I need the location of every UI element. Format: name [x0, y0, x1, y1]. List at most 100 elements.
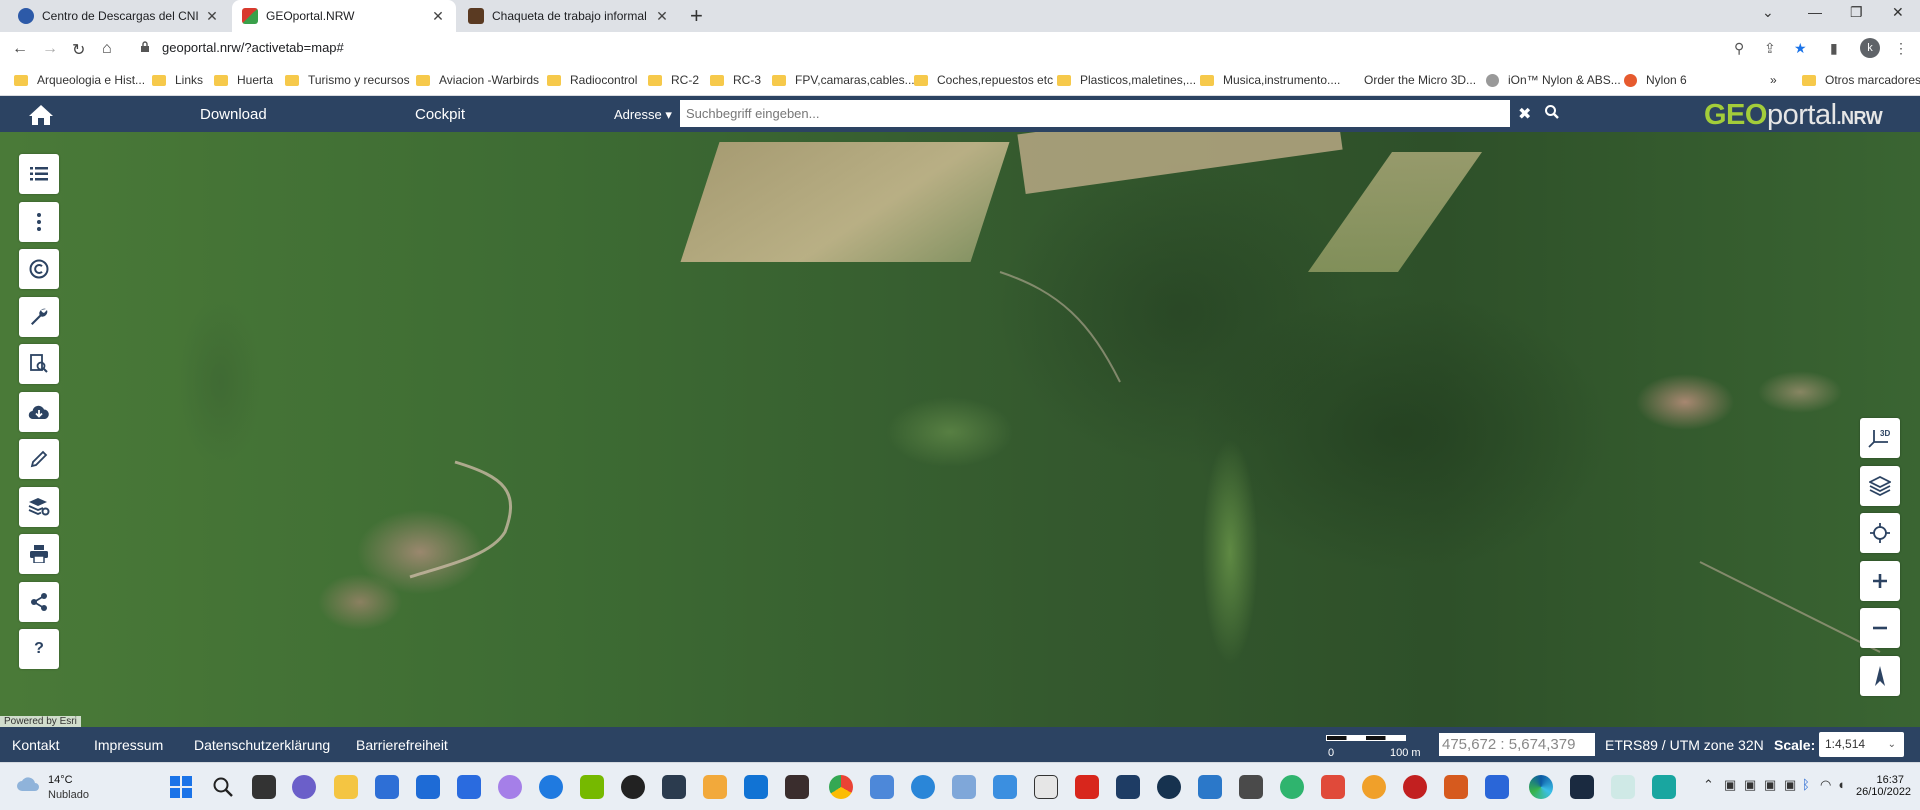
app-icon[interactable] [1321, 775, 1345, 799]
copyright-button[interactable] [19, 249, 59, 289]
app-icon[interactable] [1485, 775, 1509, 799]
download-menu-link[interactable]: Download [200, 106, 267, 123]
help-app-icon[interactable] [539, 775, 563, 799]
bookmark-item[interactable]: Plasticos,maletines,... [1057, 73, 1196, 87]
app-b-icon[interactable] [621, 775, 645, 799]
app-icon[interactable] [1403, 775, 1427, 799]
kontakt-link[interactable]: Kontakt [12, 737, 59, 753]
back-icon[interactable]: ← [12, 40, 28, 58]
mail-icon[interactable] [416, 775, 440, 799]
volume-icon[interactable]: ◖ [1837, 777, 1845, 792]
app-icon[interactable] [1362, 775, 1386, 799]
scale-select[interactable]: 1:4,514 ⌄ [1819, 732, 1904, 757]
url-input[interactable]: geoportal.nrw/?activetab=map# [162, 40, 344, 55]
app-t-icon[interactable] [1116, 775, 1140, 799]
tab-geoportal[interactable]: GEOportal.NRW ✕ [232, 0, 456, 32]
bookmark-item[interactable]: Huerta [214, 73, 273, 87]
close-icon[interactable]: ✕ [204, 8, 220, 25]
nvidia-icon[interactable] [580, 775, 604, 799]
music-app-icon[interactable] [870, 775, 894, 799]
help-button[interactable]: ? [19, 629, 59, 669]
bookmark-item[interactable]: Arqueologia e Hist... [14, 73, 145, 87]
restore-icon[interactable]: ❐ [1850, 4, 1863, 21]
draw-button[interactable] [19, 439, 59, 479]
star-icon[interactable]: ★ [1794, 40, 1807, 57]
tab-cnig[interactable]: Centro de Descargas del CNIG (I… ✕ [8, 0, 230, 32]
new-tab-icon[interactable]: + [690, 3, 703, 29]
location-icon[interactable]: ⚲ [1734, 40, 1744, 57]
more-tools-button[interactable] [19, 201, 59, 242]
minimize-icon[interactable]: — [1808, 4, 1822, 20]
bookmark-item[interactable]: iOn™ Nylon & ABS... [1486, 73, 1621, 87]
more-icon[interactable]: ⋮ [1894, 40, 1908, 57]
datenschutz-link[interactable]: Datenschutzerklärung [194, 737, 330, 753]
tab-chaqueta[interactable]: Chaqueta de trabajo informal cá… ✕ [458, 0, 680, 32]
bluetooth-icon[interactable]: ᛒ [1802, 777, 1810, 792]
windows-start-icon[interactable] [170, 776, 192, 798]
wifi-icon[interactable]: ◠ [1820, 777, 1831, 793]
grid-app-icon[interactable] [662, 775, 686, 799]
close-icon[interactable]: ✕ [430, 8, 446, 25]
zoom-in-button[interactable] [1860, 560, 1900, 601]
edge-icon[interactable] [1529, 775, 1553, 799]
taskbar-clock[interactable]: 16:37 26/10/2022 [1856, 774, 1911, 798]
app-icon[interactable] [498, 775, 522, 799]
tools-button[interactable] [19, 296, 59, 337]
app-icon[interactable] [1034, 775, 1058, 799]
compass-button[interactable] [1860, 655, 1900, 696]
search-icon[interactable] [1544, 104, 1560, 120]
sidebar-icon[interactable]: ▮ [1830, 40, 1838, 57]
cloud-weather-icon[interactable] [16, 773, 42, 795]
window-close-icon[interactable]: ✕ [1892, 4, 1904, 21]
search-document-button[interactable] [19, 344, 59, 384]
download-button[interactable] [19, 391, 59, 432]
bookmark-item[interactable]: Links [152, 73, 203, 87]
avatar[interactable]: k [1860, 38, 1880, 58]
bookmark-item[interactable]: Nylon 6 [1624, 73, 1687, 87]
barrierefreiheit-link[interactable]: Barrierefreiheit [356, 737, 448, 753]
locate-button[interactable] [1860, 513, 1900, 553]
media-icon[interactable] [703, 775, 727, 799]
search-type-dropdown[interactable]: Adresse ▾ [614, 107, 672, 123]
tray-chevron-icon[interactable]: ⌃ [1703, 777, 1714, 793]
store-icon[interactable] [375, 775, 399, 799]
map-canvas[interactable]: Powered by Esri [0, 132, 1920, 727]
chrome-icon[interactable] [829, 775, 853, 799]
bookmark-item[interactable]: RC-2 [648, 73, 699, 87]
dropbox-icon[interactable] [457, 775, 481, 799]
app-icon[interactable] [1444, 775, 1468, 799]
bookmark-item[interactable]: RC-3 [710, 73, 761, 87]
layers-button[interactable] [1860, 465, 1900, 506]
share-button[interactable] [19, 581, 59, 622]
bookmarks-more-icon[interactable]: » [1770, 73, 1777, 87]
app-icon[interactable] [1157, 775, 1181, 799]
bookmark-item[interactable]: Coches,repuestos etc [914, 73, 1053, 87]
close-icon[interactable]: ✕ [654, 8, 670, 25]
video-app-icon[interactable] [785, 775, 809, 799]
clear-icon[interactable]: ✖ [1518, 104, 1531, 124]
contents-button[interactable] [19, 154, 59, 194]
app-icon[interactable] [1611, 775, 1635, 799]
app-icon[interactable] [1239, 775, 1263, 799]
forward-icon[interactable]: → [42, 40, 58, 58]
calculator-icon[interactable] [993, 775, 1017, 799]
home-icon[interactable]: ⌂ [102, 40, 112, 58]
app-icon[interactable] [1280, 775, 1304, 799]
tray-app-icon[interactable]: ▣ [1744, 777, 1756, 793]
file-explorer-icon[interactable] [334, 775, 358, 799]
home-icon[interactable] [28, 104, 54, 126]
other-bookmarks[interactable]: Otros marcadores [1802, 73, 1920, 87]
share-icon[interactable]: ⇪ [1764, 40, 1776, 57]
tray-app-icon[interactable]: ▣ [1784, 777, 1796, 793]
bookmark-item[interactable]: Turismo y recursos [285, 73, 410, 87]
layer-settings-button[interactable] [19, 486, 59, 527]
app-icon[interactable] [1570, 775, 1594, 799]
tray-app-icon[interactable]: ▣ [1724, 777, 1736, 793]
app-icon[interactable] [1652, 775, 1676, 799]
power-app-icon[interactable] [744, 775, 768, 799]
bookmark-item[interactable]: Radiocontrol [547, 73, 637, 87]
bookmark-item[interactable]: Musica,instrumento.... [1200, 73, 1340, 87]
photos-icon[interactable] [1198, 775, 1222, 799]
app-icon[interactable] [952, 775, 976, 799]
lock-icon[interactable] [140, 41, 150, 53]
